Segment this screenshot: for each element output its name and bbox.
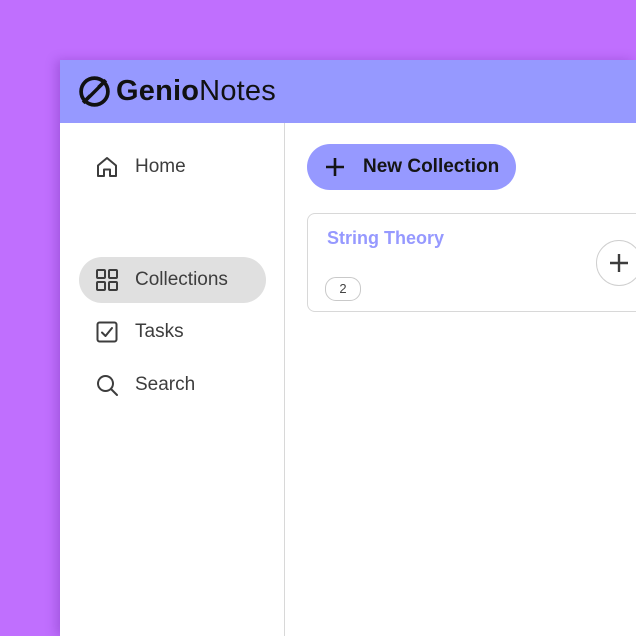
brand-name[interactable]: GenioNotes: [116, 74, 276, 108]
grid-icon: [96, 269, 118, 291]
search-icon: [97, 375, 118, 396]
sidebar-item-label: Search: [135, 374, 196, 395]
app-window: GenioNotes Home Collections Tasks Search…: [60, 60, 636, 636]
sidebar-item-label: Tasks: [135, 321, 184, 342]
sidebar-item-home[interactable]: Home: [79, 144, 266, 190]
plus-icon: [326, 158, 344, 176]
sidebar-item-label: Collections: [135, 269, 228, 290]
sidebar-item-collections[interactable]: Collections: [79, 257, 266, 303]
plus-icon: [610, 254, 628, 272]
brand-name-bold: Genio: [116, 75, 200, 107]
main-content: New Collection String Theory 2: [285, 123, 636, 636]
collection-count-badge: 2: [325, 277, 361, 301]
sidebar-item-label: Home: [135, 156, 186, 177]
new-collection-label: New Collection: [363, 156, 500, 177]
new-collection-button[interactable]: New Collection: [307, 144, 516, 190]
sidebar-item-search[interactable]: Search: [79, 362, 266, 408]
checkbox-icon: [96, 321, 118, 343]
home-icon: [97, 157, 117, 177]
sidebar-item-tasks[interactable]: Tasks: [79, 309, 266, 355]
collection-title[interactable]: String Theory: [327, 227, 444, 249]
add-note-button[interactable]: [596, 240, 636, 286]
app-header: GenioNotes: [60, 60, 636, 123]
brand-name-regular: Notes: [199, 75, 276, 107]
sidebar: Home Collections Tasks Search: [60, 123, 285, 636]
genio-logo-icon: [79, 76, 110, 107]
collection-card[interactable]: String Theory 2: [307, 213, 636, 312]
